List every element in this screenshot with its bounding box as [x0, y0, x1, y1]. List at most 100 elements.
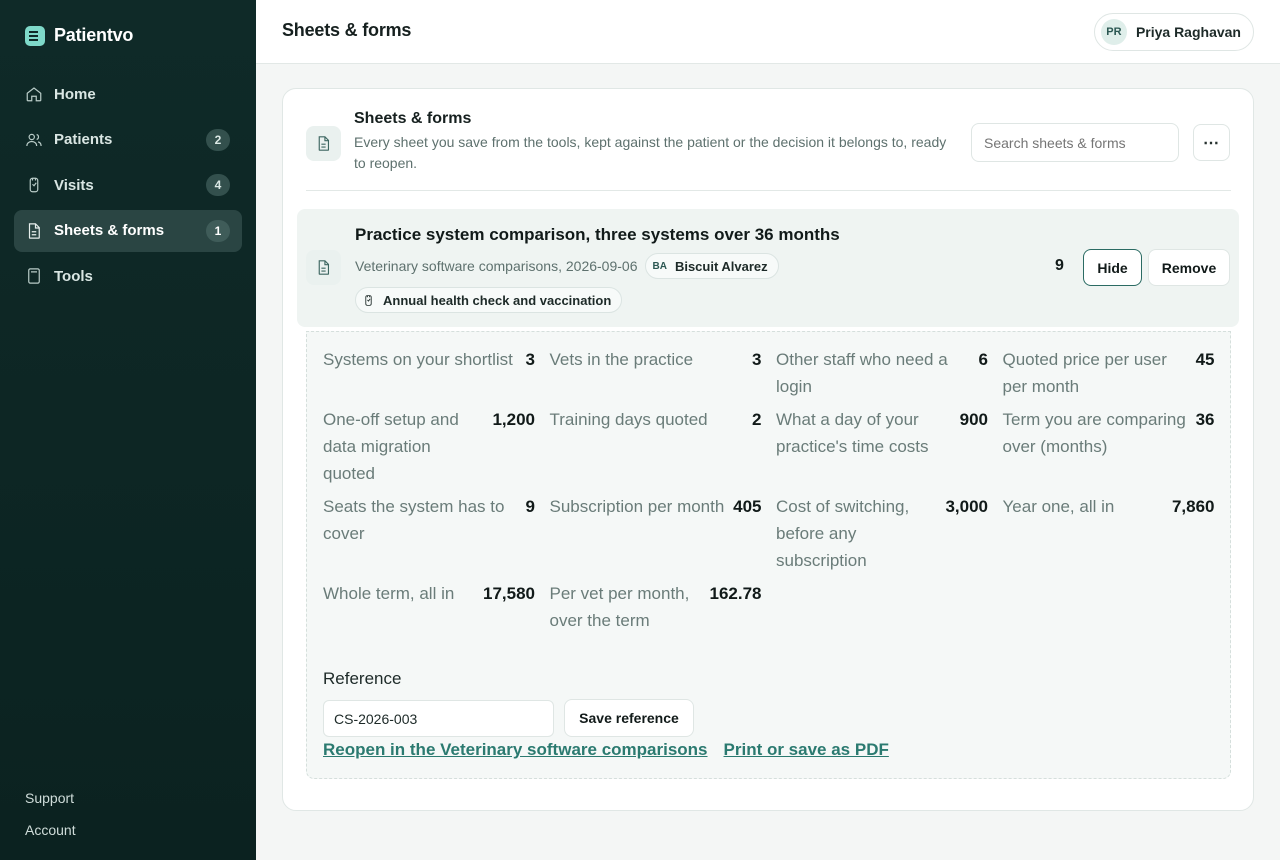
search-input[interactable] — [971, 123, 1179, 162]
field-value: 1,200 — [492, 410, 535, 429]
field-cell: Per vet per month, over the term 162.78 — [550, 580, 762, 634]
user-menu[interactable]: PR Priya Raghavan — [1093, 13, 1254, 51]
document-icon — [306, 250, 341, 285]
user-name: Priya Raghavan — [1135, 24, 1241, 40]
field-label: Quoted price per user per month — [1002, 350, 1167, 396]
field-value: 2 — [752, 410, 762, 429]
count-badge: 1 — [206, 219, 230, 242]
field-value: 3 — [525, 350, 535, 369]
sidebar-item-tools[interactable]: Tools — [14, 255, 242, 297]
reference-input[interactable] — [323, 700, 554, 737]
users-icon — [25, 131, 43, 149]
reference-label: Reference — [323, 669, 402, 688]
brand[interactable]: Patientvo — [25, 25, 133, 46]
remove-button[interactable]: Remove — [1148, 249, 1230, 286]
field-value: 3,000 — [945, 497, 988, 516]
field-cell: Seats the system has to cover 9 — [323, 493, 535, 574]
panel-description: Every sheet you save from the tools, kep… — [354, 134, 947, 171]
support-link[interactable]: Support — [25, 790, 76, 806]
sidebar-item-visits[interactable]: Visits 4 — [14, 164, 242, 206]
field-value: 6 — [978, 350, 988, 369]
field-count: 9 — [1055, 257, 1064, 274]
field-label: Term you are comparing over (months) — [1002, 410, 1186, 456]
patient-chip[interactable]: BA Biscuit Alvarez — [645, 253, 779, 279]
field-cell: Systems on your shortlist 3 — [323, 346, 535, 400]
field-cell: What a day of your practice's time costs… — [776, 406, 988, 487]
sidebar-item-home[interactable]: Home — [14, 73, 242, 115]
patient-name: Biscuit Alvarez — [674, 258, 768, 274]
logo-icon — [25, 25, 45, 46]
calculator-icon — [25, 267, 43, 285]
field-cell: Cost of switching, before any subscripti… — [776, 493, 988, 574]
sidebar-item-label: Sheets & forms — [54, 222, 165, 239]
field-cell: Subscription per month 405 — [550, 493, 762, 574]
field-value: 405 — [733, 497, 762, 516]
count-badge: 2 — [206, 128, 230, 151]
field-cell: Other staff who need a login 6 — [776, 346, 988, 400]
app-name: Patientvo — [54, 25, 134, 45]
sheet-record[interactable]: Practice system comparison, three system… — [297, 209, 1239, 327]
field-value: 900 — [959, 410, 988, 429]
field-label: Seats the system has to cover — [323, 497, 505, 543]
vial-icon — [25, 176, 43, 194]
fields-grid: Systems on your shortlist 3 Vets in the pr… — [323, 346, 1215, 640]
field-label: Vets in the practice — [549, 350, 694, 369]
home-icon — [25, 85, 43, 103]
field-label: Training days quoted — [549, 410, 708, 429]
field-value: 9 — [525, 497, 535, 516]
sidebar-footer: Support Account — [25, 774, 76, 838]
field-value: 36 — [1195, 410, 1215, 429]
vial-icon — [365, 294, 372, 306]
avatar: PR — [1100, 19, 1127, 45]
sheet-source: Veterinary software comparisons, 2026-09… — [355, 258, 638, 274]
field-value: 17,580 — [483, 584, 535, 603]
field-label: Whole term, all in — [323, 584, 455, 603]
field-cell: Quoted price per user per month 45 — [1003, 346, 1215, 400]
field-value: 7,860 — [1171, 497, 1215, 516]
field-cell: Term you are comparing over (months) 36 — [1003, 406, 1215, 487]
save-reference-button[interactable]: Save reference — [564, 699, 694, 737]
field-label: Year one, all in — [1002, 497, 1115, 516]
page-title: Sheets & forms — [282, 20, 412, 40]
panel-header: Sheets & forms Every sheet you save from… — [306, 109, 1231, 191]
document-icon — [306, 126, 341, 161]
panel-title: Sheets & forms — [354, 110, 472, 127]
sheet-title: Practice system comparison, three system… — [355, 225, 840, 244]
field-cell: Training days quoted 2 — [550, 406, 762, 487]
more-options-button[interactable]: ⋯ — [1193, 124, 1230, 161]
sidebar: Patientvo Home Patients 2 Visits 4 Sheet… — [0, 0, 256, 860]
field-label: Subscription per month — [549, 497, 725, 516]
count-badge: 4 — [206, 174, 230, 196]
sheet-meta: Veterinary software comparisons, 2026-09… — [355, 253, 779, 279]
visit-chip[interactable]: Annual health check and vaccination — [355, 287, 623, 313]
field-label: Systems on your shortlist — [323, 350, 513, 369]
field-cell: Year one, all in 7,860 — [1003, 493, 1215, 574]
sidebar-item-label: Tools — [54, 267, 93, 285]
field-value: 3 — [752, 350, 762, 369]
field-cell: One-off setup and data migration quoted 1… — [323, 406, 535, 487]
sheet-links: Reopen in the Veterinary software compar… — [323, 740, 889, 760]
field-label: Other staff who need a login — [776, 350, 948, 396]
reopen-link[interactable]: Reopen in the Veterinary software compar… — [323, 740, 708, 760]
patient-initials: BA — [652, 260, 667, 272]
document-icon — [25, 222, 43, 240]
sidebar-item-label: Home — [54, 85, 96, 103]
field-label: Cost of switching, before any subscripti… — [776, 497, 910, 570]
field-label: One-off setup and data migration quoted — [323, 410, 459, 483]
field-label: What a day of your practice's time costs — [776, 410, 929, 456]
visit-label: Annual health check and vaccination — [383, 292, 612, 308]
sheets-panel: Sheets & forms Every sheet you save from… — [282, 88, 1254, 811]
sidebar-item-patients[interactable]: Patients 2 — [14, 119, 242, 161]
sidebar-nav: Home Patients 2 Visits 4 Sheets & forms … — [14, 73, 242, 301]
sidebar-item-label: Visits — [54, 176, 94, 194]
field-value: 45 — [1195, 350, 1215, 369]
account-link[interactable]: Account — [25, 822, 76, 838]
print-link[interactable]: Print or save as PDF — [724, 740, 889, 760]
field-cell: Vets in the practice 3 — [550, 346, 762, 400]
sidebar-item-label: Patients — [54, 131, 113, 148]
sheet-details: Systems on your shortlist 3 Vets in the pr… — [306, 331, 1231, 779]
hide-button[interactable]: Hide — [1083, 249, 1142, 286]
sidebar-item-sheets-forms[interactable]: Sheets & forms 1 — [14, 209, 242, 252]
field-cell: Whole term, all in 17,580 — [323, 580, 535, 634]
field-value: 162.78 — [709, 584, 762, 603]
